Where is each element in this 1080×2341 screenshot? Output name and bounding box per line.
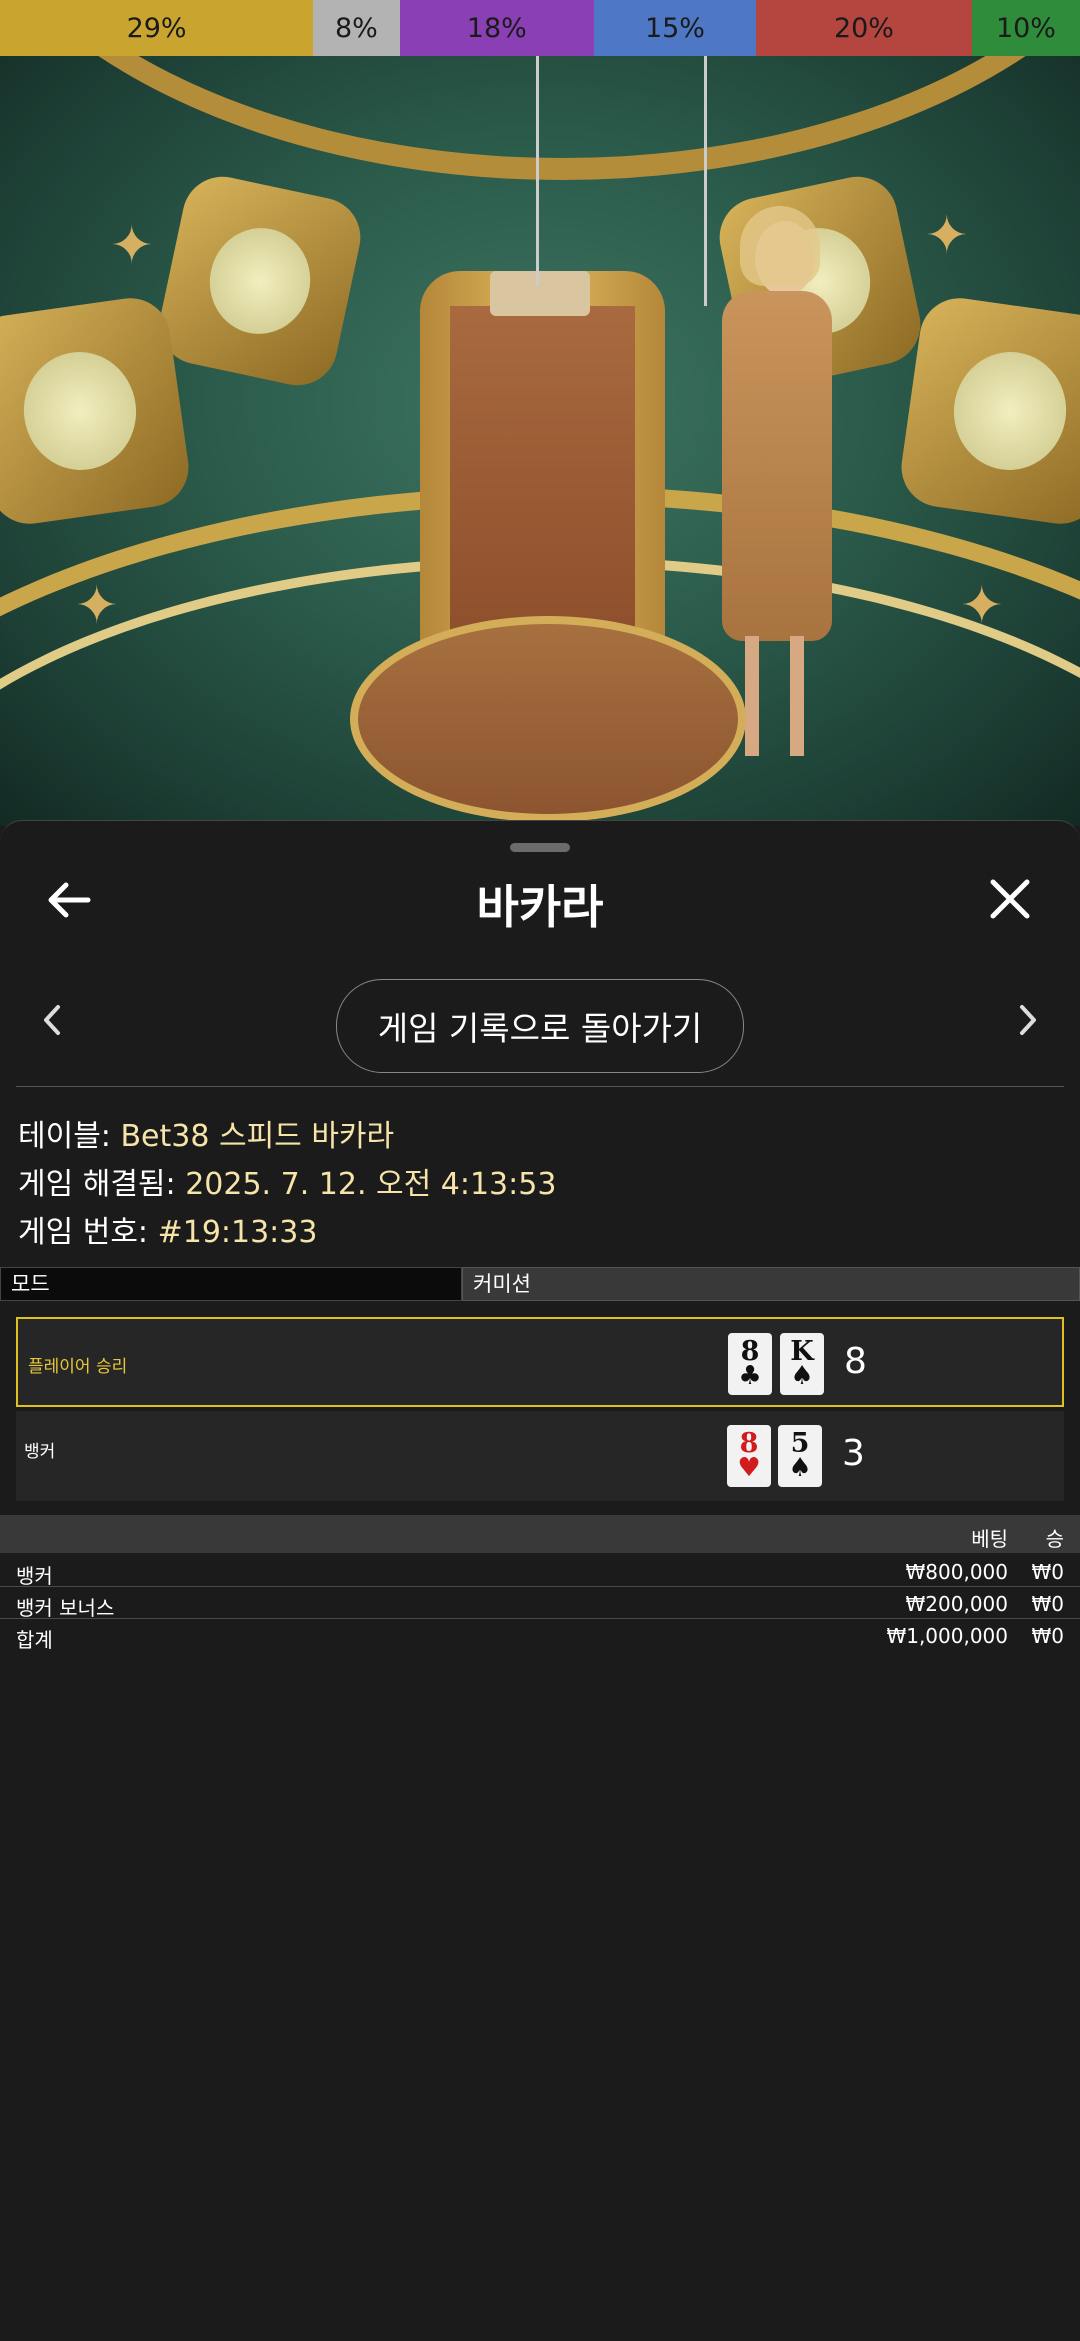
game-number-value: #19:13:33 <box>157 1215 318 1250</box>
player-result-row: 플레이어 승리 8 ♣ K ♠ 8 <box>16 1317 1064 1407</box>
live-video-feed[interactable]: ✦ ✦ ✦ ✦ <box>0 56 1080 826</box>
card-suit: ♥ <box>737 1453 761 1484</box>
bet-amount: ₩800,000 <box>905 1560 1008 1584</box>
resolved-label: 게임 해결됨: <box>18 1167 176 1202</box>
table-value: Bet38 스피드 바카라 <box>120 1119 395 1154</box>
resolved-info: 게임 해결됨: 2025. 7. 12. 오전 4:13:53 <box>18 1159 556 1203</box>
bet-name: 뱅커 보너스 <box>16 1596 115 1620</box>
banker-card-2: 5 ♠ <box>778 1425 822 1487</box>
distribution-segment: 15% <box>593 0 756 56</box>
distribution-segment: 10% <box>971 0 1080 56</box>
win-amount: ₩0 <box>1031 1560 1065 1584</box>
player-card-1: 8 ♣ <box>728 1333 772 1395</box>
outcome-distribution-bar: 29% 8% 18% 15% 20% 10% <box>0 0 1080 56</box>
close-icon[interactable] <box>988 877 1032 930</box>
card-suit: ♠ <box>788 1453 812 1484</box>
bet-name: 뱅커 <box>16 1564 53 1588</box>
game-number-info: 게임 번호: #19:13:33 <box>18 1207 317 1251</box>
drag-handle[interactable] <box>510 843 570 852</box>
player-score: 8 <box>844 1341 867 1382</box>
distribution-segment: 29% <box>0 0 314 56</box>
panel-title: 바카라 <box>476 880 604 934</box>
banker-result-label: 뱅커 <box>24 1442 56 1462</box>
distribution-segment: 18% <box>399 0 594 56</box>
bet-amount: ₩200,000 <box>905 1592 1008 1616</box>
table-row-total: 합계 ₩1,000,000 ₩0 <box>0 1619 1080 1652</box>
mode-bar: 모드 커미션 <box>0 1267 1080 1301</box>
chevron-left-icon[interactable] <box>40 1001 64 1047</box>
win-column-header: 승 <box>1045 1527 1064 1551</box>
card-suit: ♣ <box>738 1361 762 1392</box>
divider <box>16 1086 1064 1087</box>
card-suit: ♠ <box>790 1361 814 1392</box>
game-history-panel: 바카라 게임 기록으로 돌아가기 테이블: Bet38 스피드 바카라 게임 해… <box>0 820 1080 2341</box>
win-amount: ₩0 <box>1031 1592 1065 1616</box>
banker-card-1: 8 ♥ <box>727 1425 771 1487</box>
table-label: 테이블: <box>18 1119 111 1154</box>
total-label: 합계 <box>16 1628 53 1652</box>
table-row: 뱅커 ₩800,000 ₩0 <box>0 1555 1080 1588</box>
commission-label: 커미션 <box>462 1267 1080 1301</box>
banker-result-row: 뱅커 8 ♥ 5 ♠ 3 <box>16 1411 1064 1501</box>
banker-score: 3 <box>842 1433 865 1474</box>
table-info: 테이블: Bet38 스피드 바카라 <box>18 1111 394 1155</box>
bet-column-header: 베팅 <box>971 1527 1008 1551</box>
distribution-segment: 20% <box>755 0 972 56</box>
game-number-label: 게임 번호: <box>18 1215 149 1250</box>
mode-label: 모드 <box>0 1267 462 1301</box>
player-result-label: 플레이어 승리 <box>28 1357 128 1377</box>
player-card-2: K ♠ <box>780 1333 824 1395</box>
resolved-value: 2025. 7. 12. 오전 4:13:53 <box>185 1167 557 1202</box>
table-row: 뱅커 보너스 ₩200,000 ₩0 <box>0 1587 1080 1620</box>
chevron-right-icon[interactable] <box>1016 1001 1040 1047</box>
total-bet-amount: ₩1,000,000 <box>886 1624 1008 1648</box>
back-to-history-button[interactable]: 게임 기록으로 돌아가기 <box>336 979 744 1073</box>
distribution-segment: 8% <box>313 0 400 56</box>
bets-table-header: 베팅 승 <box>0 1515 1080 1553</box>
total-win-amount: ₩0 <box>1031 1624 1065 1648</box>
